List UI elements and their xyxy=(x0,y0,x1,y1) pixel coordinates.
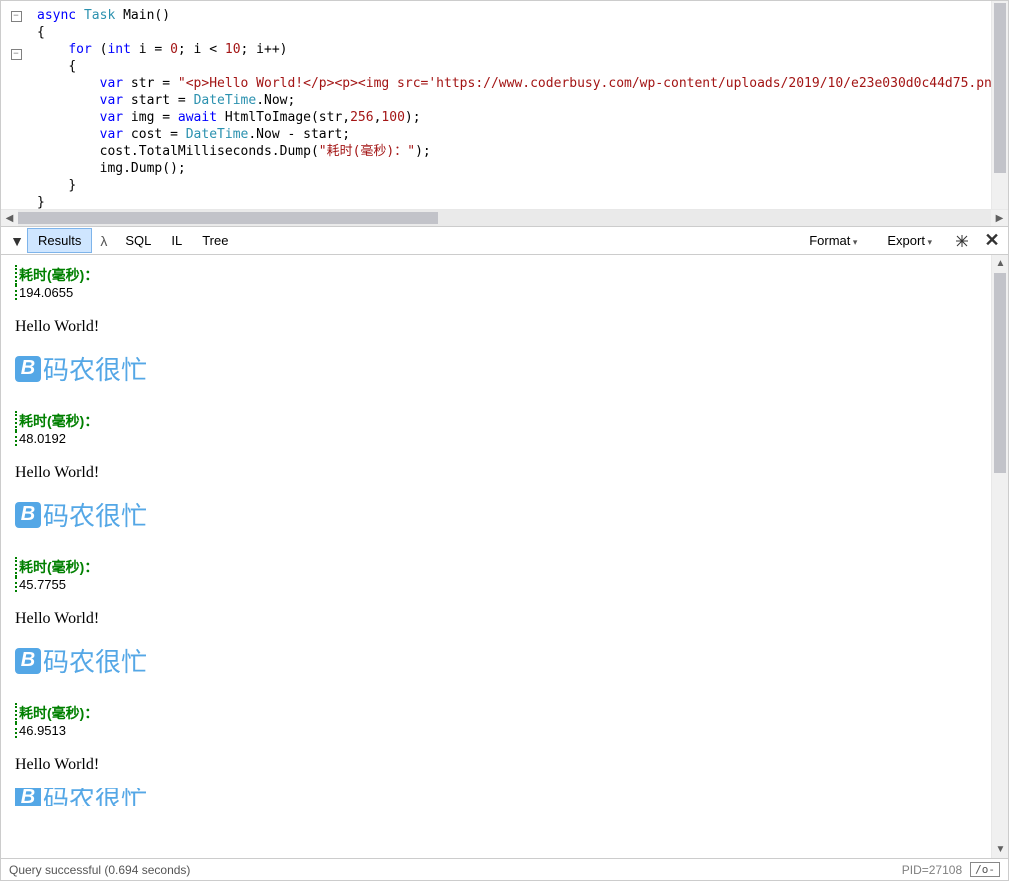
timing-label: 耗时(毫秒)： xyxy=(15,557,977,577)
timing-value: 194.0655 xyxy=(15,285,977,300)
tab-tree[interactable]: Tree xyxy=(192,229,238,252)
logo-b-icon: B xyxy=(15,502,41,528)
autoscroll-icon[interactable] xyxy=(952,231,972,251)
close-icon[interactable]: ✕ xyxy=(982,231,1002,251)
timing-label: 耗时(毫秒)： xyxy=(15,703,977,723)
result-block: 耗时(毫秒)： 46.9513 Hello World! B 码农很忙 xyxy=(15,703,977,806)
tab-lambda[interactable]: λ xyxy=(92,229,115,253)
logo-image: B 码农很忙 xyxy=(15,642,977,679)
logo-text: 码农很忙 xyxy=(43,350,147,387)
fold-icon[interactable]: − xyxy=(11,11,22,22)
code-editor: − − async Task Main() { for (int i = 0; … xyxy=(1,1,1008,227)
hello-text: Hello World! xyxy=(15,610,977,628)
logo-image: B 码农很忙 xyxy=(15,788,977,806)
status-mode[interactable]: /o- xyxy=(970,862,1000,877)
hello-text: Hello World! xyxy=(15,318,977,336)
hello-text: Hello World! xyxy=(15,756,977,774)
status-text: Query successful (0.694 seconds) xyxy=(9,863,190,877)
status-pid: PID=27108 xyxy=(902,863,962,877)
tab-il[interactable]: IL xyxy=(161,229,192,252)
logo-text: 码农很忙 xyxy=(43,788,147,806)
collapse-icon[interactable]: ▼ xyxy=(7,231,27,251)
logo-b-icon: B xyxy=(15,788,41,806)
logo-text: 码农很忙 xyxy=(43,642,147,679)
tab-results[interactable]: Results xyxy=(27,228,92,253)
results-vertical-scrollbar[interactable]: ▲ ▼ xyxy=(991,255,1008,858)
fold-icon[interactable]: − xyxy=(11,49,22,60)
code-area[interactable]: async Task Main() { for (int i = 0; i < … xyxy=(31,1,991,209)
results-tabbar: ▼ Results λ SQL IL Tree Format Export ✕ xyxy=(1,227,1008,255)
scroll-down-icon[interactable]: ▼ xyxy=(992,841,1008,858)
export-dropdown[interactable]: Export xyxy=(877,229,942,252)
scrollbar-thumb[interactable] xyxy=(994,273,1006,473)
tab-sql[interactable]: SQL xyxy=(115,229,161,252)
result-block: 耗时(毫秒)： 45.7755 Hello World! B 码农很忙 xyxy=(15,557,977,679)
results-pane: 耗时(毫秒)： 194.0655 Hello World! B 码农很忙 耗时(… xyxy=(1,255,991,858)
result-block: 耗时(毫秒)： 48.0192 Hello World! B 码农很忙 xyxy=(15,411,977,533)
logo-image: B 码农很忙 xyxy=(15,350,977,387)
scrollbar-thumb[interactable] xyxy=(994,3,1006,173)
result-block: 耗时(毫秒)： 194.0655 Hello World! B 码农很忙 xyxy=(15,265,977,387)
timing-value: 48.0192 xyxy=(15,431,977,446)
editor-horizontal-scrollbar[interactable]: ◀ ▶ xyxy=(1,209,1008,226)
timing-value: 46.9513 xyxy=(15,723,977,738)
logo-image: B 码农很忙 xyxy=(15,496,977,533)
scroll-left-icon[interactable]: ◀ xyxy=(1,210,18,227)
scrollbar-thumb[interactable] xyxy=(18,212,438,224)
timing-label: 耗时(毫秒)： xyxy=(15,265,977,285)
scroll-right-icon[interactable]: ▶ xyxy=(991,210,1008,227)
logo-text: 码农很忙 xyxy=(43,496,147,533)
status-bar: Query successful (0.694 seconds) PID=271… xyxy=(1,858,1008,880)
editor-vertical-scrollbar[interactable] xyxy=(991,1,1008,209)
scroll-up-icon[interactable]: ▲ xyxy=(992,255,1008,272)
timing-value: 45.7755 xyxy=(15,577,977,592)
logo-b-icon: B xyxy=(15,356,41,382)
editor-gutter: − − xyxy=(1,1,31,209)
format-dropdown[interactable]: Format xyxy=(799,229,867,252)
timing-label: 耗时(毫秒)： xyxy=(15,411,977,431)
hello-text: Hello World! xyxy=(15,464,977,482)
logo-b-icon: B xyxy=(15,648,41,674)
